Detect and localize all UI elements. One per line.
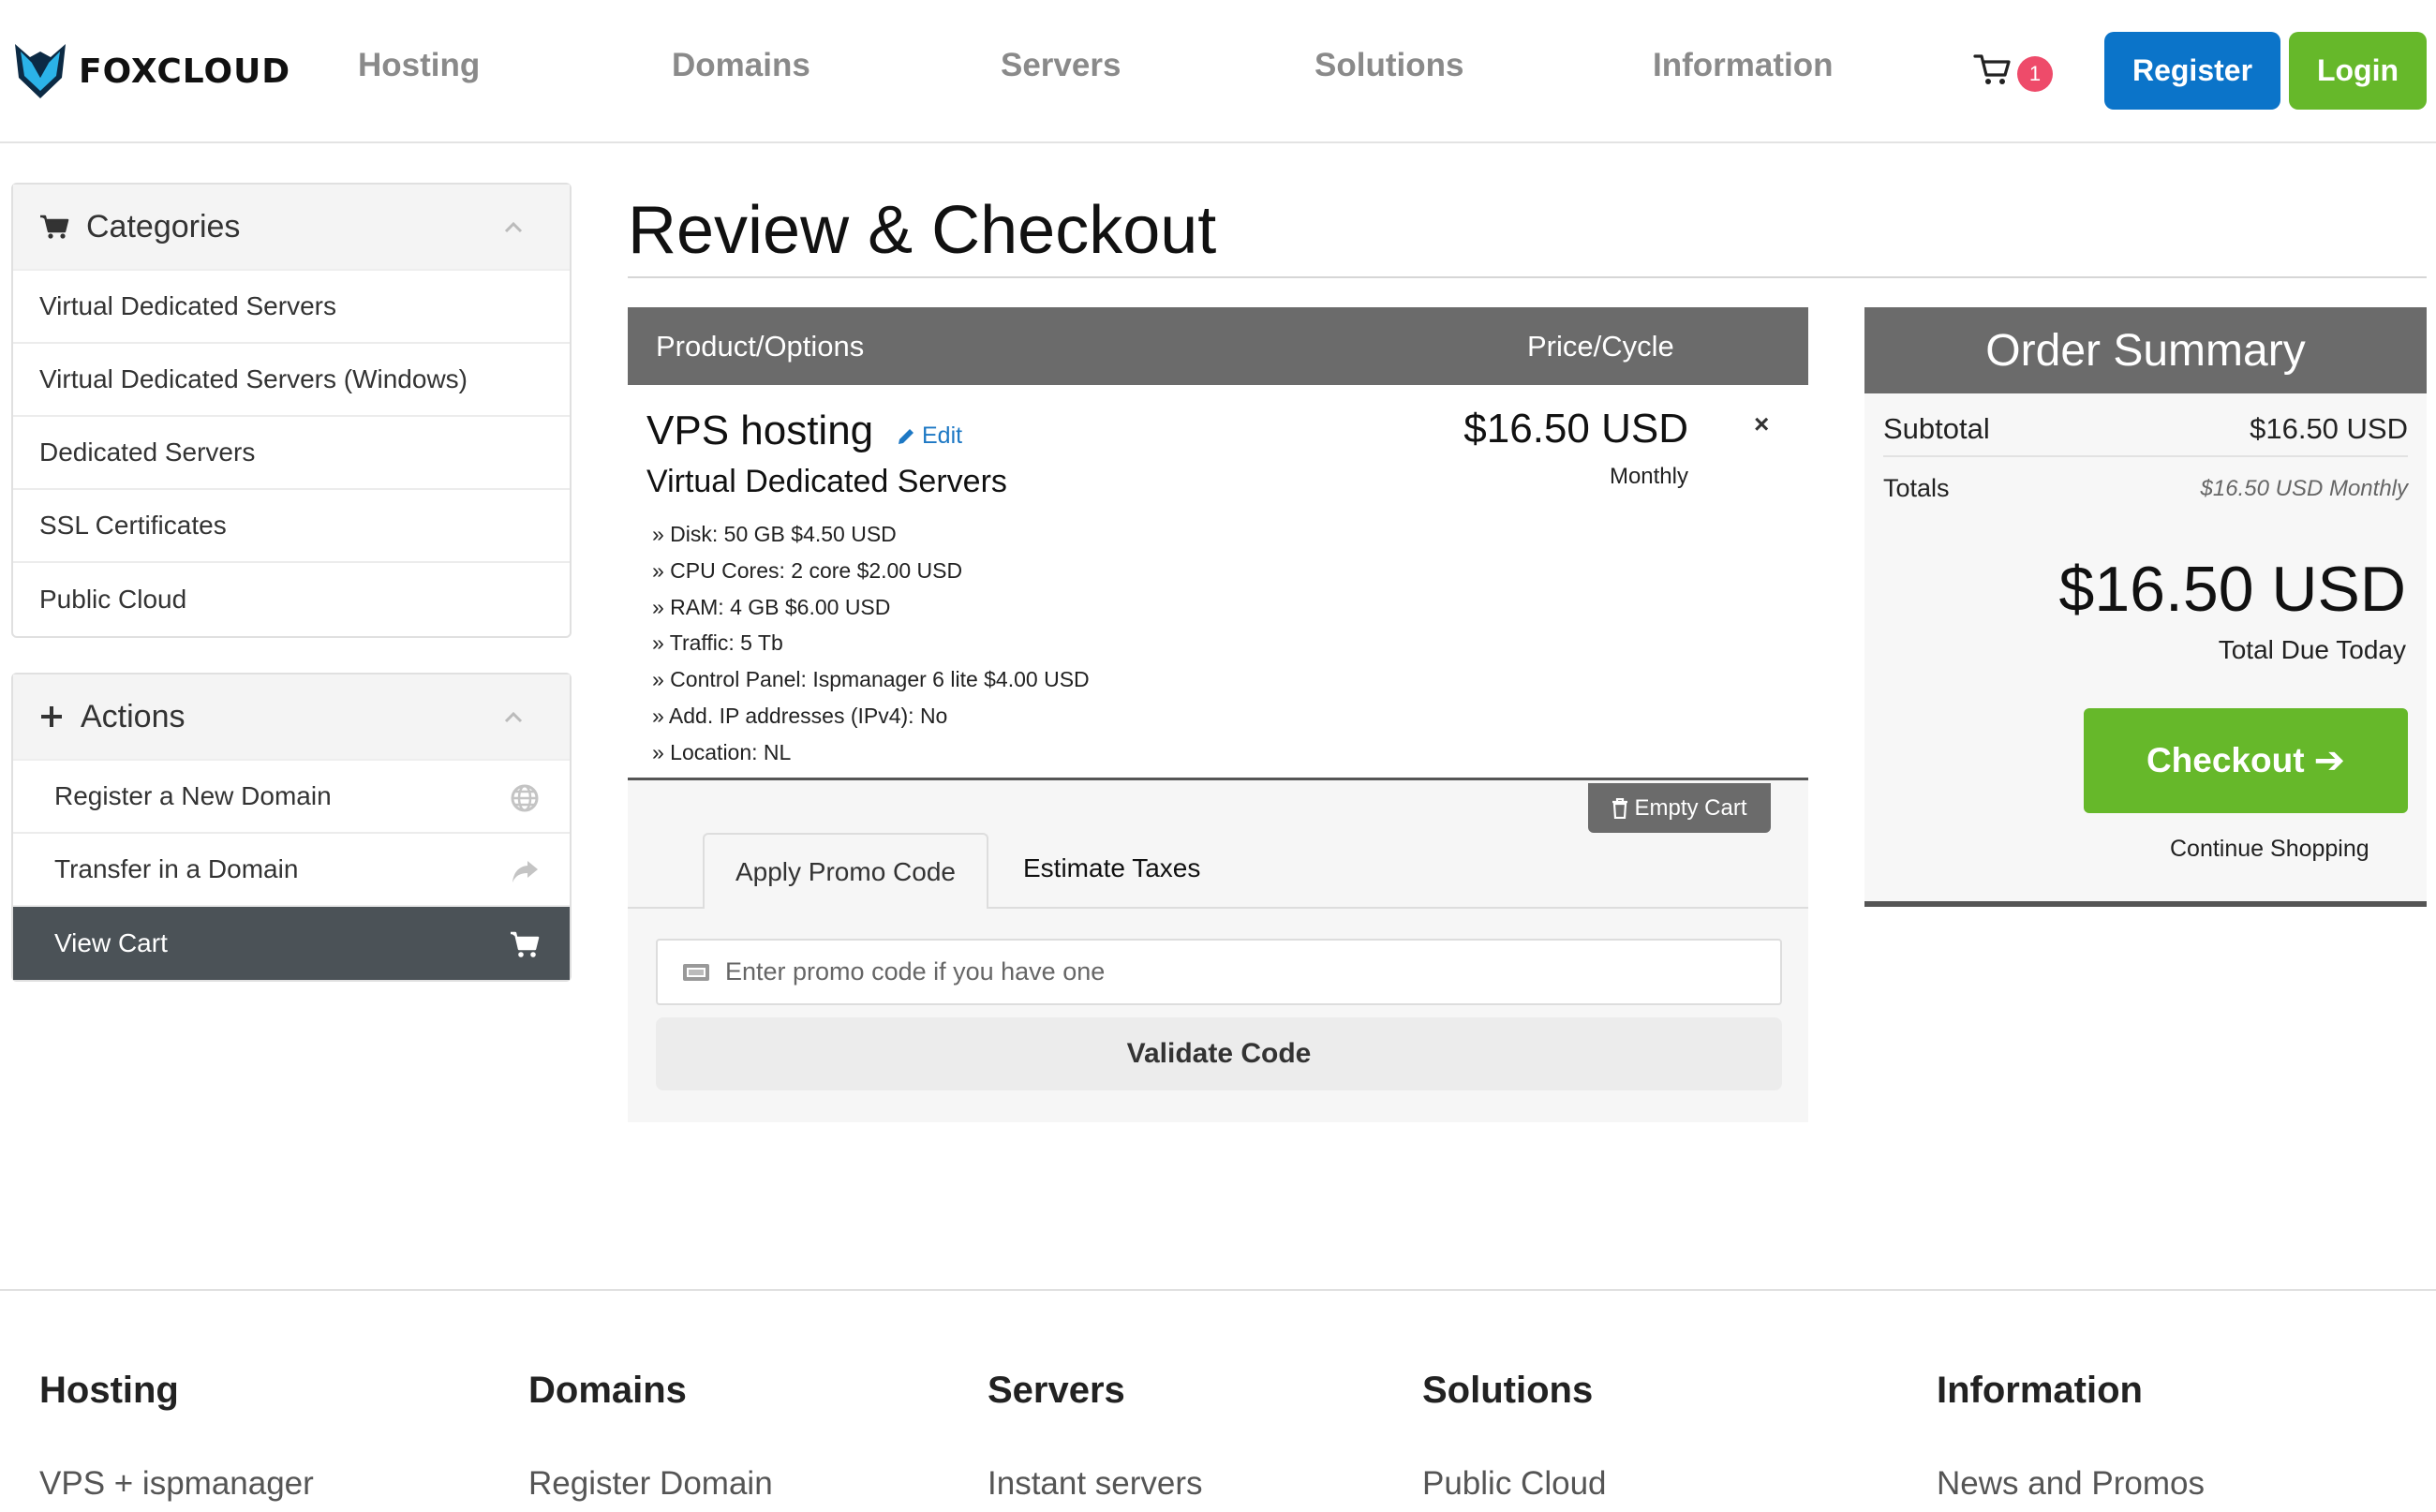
site-header: FOXCLOUD Hosting Domains Servers Solutio…: [0, 0, 2436, 143]
edit-label: Edit: [922, 422, 963, 449]
product-name: VPS hosting: [646, 408, 874, 453]
nav-hosting[interactable]: Hosting: [358, 47, 480, 84]
nav-servers[interactable]: Servers: [1001, 47, 1121, 84]
product-option: » RAM: 4 GB $6.00 USD: [652, 595, 891, 619]
action-transfer-domain[interactable]: Transfer in a Domain: [13, 834, 570, 907]
cart-table: Product/Options Price/Cycle VPS hosting …: [628, 307, 1808, 1122]
product-option: » Disk: 50 GB $4.50 USD: [652, 522, 897, 546]
order-summary-title: Order Summary: [1864, 307, 2427, 393]
footer-heading-solutions: Solutions: [1422, 1370, 1594, 1411]
login-button[interactable]: Login: [2289, 32, 2427, 110]
footer-heading-information: Information: [1937, 1370, 2143, 1411]
cart-icon[interactable]: [1973, 52, 2013, 86]
category-virtual-dedicated-servers[interactable]: Virtual Dedicated Servers: [13, 271, 570, 344]
subtotal-value: $16.50 USD: [2250, 412, 2408, 445]
action-label: View Cart: [54, 928, 168, 957]
subtotal-label: Subtotal: [1883, 412, 1990, 445]
nav-domains[interactable]: Domains: [672, 47, 810, 84]
column-product: Product/Options: [656, 330, 865, 363]
validate-code-button[interactable]: Validate Code: [656, 1017, 1782, 1090]
nav-information[interactable]: Information: [1653, 47, 1833, 84]
action-view-cart[interactable]: View Cart: [13, 907, 570, 980]
order-summary: Order Summary Subtotal $16.50 USD Totals…: [1864, 307, 2427, 907]
actions-title: Actions: [81, 698, 186, 734]
brand-name: FOXCLOUD: [79, 52, 291, 91]
promo-code-input[interactable]: [725, 957, 1662, 986]
promo-code-field[interactable]: [656, 939, 1782, 1005]
footer-heading-servers: Servers: [988, 1370, 1125, 1411]
empty-cart-button[interactable]: Empty Cart: [1588, 783, 1771, 833]
actions-panel: Actions Register a New Domain Transfer i…: [11, 673, 572, 982]
cart-table-header: Product/Options Price/Cycle: [628, 307, 1808, 385]
product-option: » CPU Cores: 2 core $2.00 USD: [652, 558, 963, 583]
cart-count-badge: 1: [2017, 56, 2053, 92]
footer-link-register-domain[interactable]: Register Domain: [528, 1465, 773, 1503]
product-group: Virtual Dedicated Servers: [646, 464, 1007, 499]
chevron-up-icon[interactable]: [502, 216, 525, 239]
footer-link-instant-servers[interactable]: Instant servers: [988, 1465, 1203, 1503]
product-option: » Add. IP addresses (IPv4): No: [652, 704, 948, 728]
actions-header[interactable]: Actions: [13, 674, 570, 761]
categories-header[interactable]: Categories: [13, 185, 570, 271]
share-arrow-icon: [512, 861, 538, 882]
ticket-icon: [683, 963, 709, 981]
category-dedicated-servers[interactable]: Dedicated Servers: [13, 417, 570, 490]
footer-link-news-promos[interactable]: News and Promos: [1937, 1465, 2205, 1503]
categories-panel: Categories Virtual Dedicated Servers Vir…: [11, 183, 572, 638]
item-cycle: Monthly: [1609, 464, 1688, 489]
cart-icon: [40, 215, 69, 239]
trash-icon: [1612, 797, 1628, 819]
item-price: $16.50 USD: [1463, 406, 1688, 452]
totals-row: Totals $16.50 USD Monthly: [1883, 474, 2408, 503]
title-divider: [628, 276, 2427, 278]
tab-apply-promo[interactable]: Apply Promo Code: [703, 833, 988, 909]
product-option: » Location: NL: [652, 740, 792, 764]
arrow-right-icon: ➔: [2313, 740, 2346, 781]
page-title: Review & Checkout: [628, 193, 1217, 268]
totals-value: $16.50 USD Monthly: [2200, 475, 2408, 501]
globe-icon: [511, 784, 539, 812]
brand-logo[interactable]: FOXCLOUD: [13, 37, 290, 105]
tab-estimate-taxes[interactable]: Estimate Taxes: [1023, 853, 1200, 883]
edit-link[interactable]: Edit: [896, 422, 962, 450]
footer-link-vps[interactable]: VPS + ispmanager: [39, 1465, 314, 1503]
footer-link-public-cloud[interactable]: Public Cloud: [1422, 1465, 1607, 1503]
action-register-domain[interactable]: Register a New Domain: [13, 761, 570, 834]
continue-shopping-link[interactable]: Continue Shopping: [2170, 836, 2369, 863]
total-due-label: Total Due Today: [2218, 635, 2406, 664]
product-option: » Control Panel: Ispmanager 6 lite $4.00…: [652, 667, 1090, 691]
cart-icon: [511, 931, 540, 957]
footer-heading-domains: Domains: [528, 1370, 687, 1411]
register-button[interactable]: Register: [2104, 32, 2280, 110]
action-label: Register a New Domain: [54, 781, 332, 810]
summary-divider: [1883, 455, 2408, 457]
empty-cart-label: Empty Cart: [1634, 794, 1747, 821]
footer-heading-hosting: Hosting: [39, 1370, 179, 1411]
categories-title: Categories: [86, 208, 241, 245]
footer-divider: [0, 1289, 2436, 1291]
column-price: Price/Cycle: [1527, 330, 1674, 363]
category-public-cloud[interactable]: Public Cloud: [13, 563, 570, 636]
cart-item: VPS hosting Edit Virtual Dedicated Serve…: [628, 385, 1808, 780]
action-label: Transfer in a Domain: [54, 854, 299, 883]
subtotal-row: Subtotal $16.50 USD: [1883, 412, 2408, 446]
plus-icon: [41, 706, 62, 727]
chevron-up-icon[interactable]: [502, 706, 525, 729]
remove-item-button[interactable]: ×: [1754, 409, 1769, 439]
checkout-label: Checkout: [2146, 741, 2305, 779]
product-option: » Traffic: 5 Tb: [652, 630, 783, 655]
totals-label: Totals: [1883, 474, 1950, 502]
fox-logo-icon: [15, 44, 66, 98]
category-virtual-dedicated-servers-windows[interactable]: Virtual Dedicated Servers (Windows): [13, 344, 570, 417]
pencil-icon: [899, 428, 914, 444]
total-due-amount: $16.50 USD: [2058, 554, 2406, 625]
nav-solutions[interactable]: Solutions: [1315, 47, 1463, 84]
category-ssl-certificates[interactable]: SSL Certificates: [13, 490, 570, 563]
checkout-button[interactable]: Checkout ➔: [2084, 708, 2408, 813]
